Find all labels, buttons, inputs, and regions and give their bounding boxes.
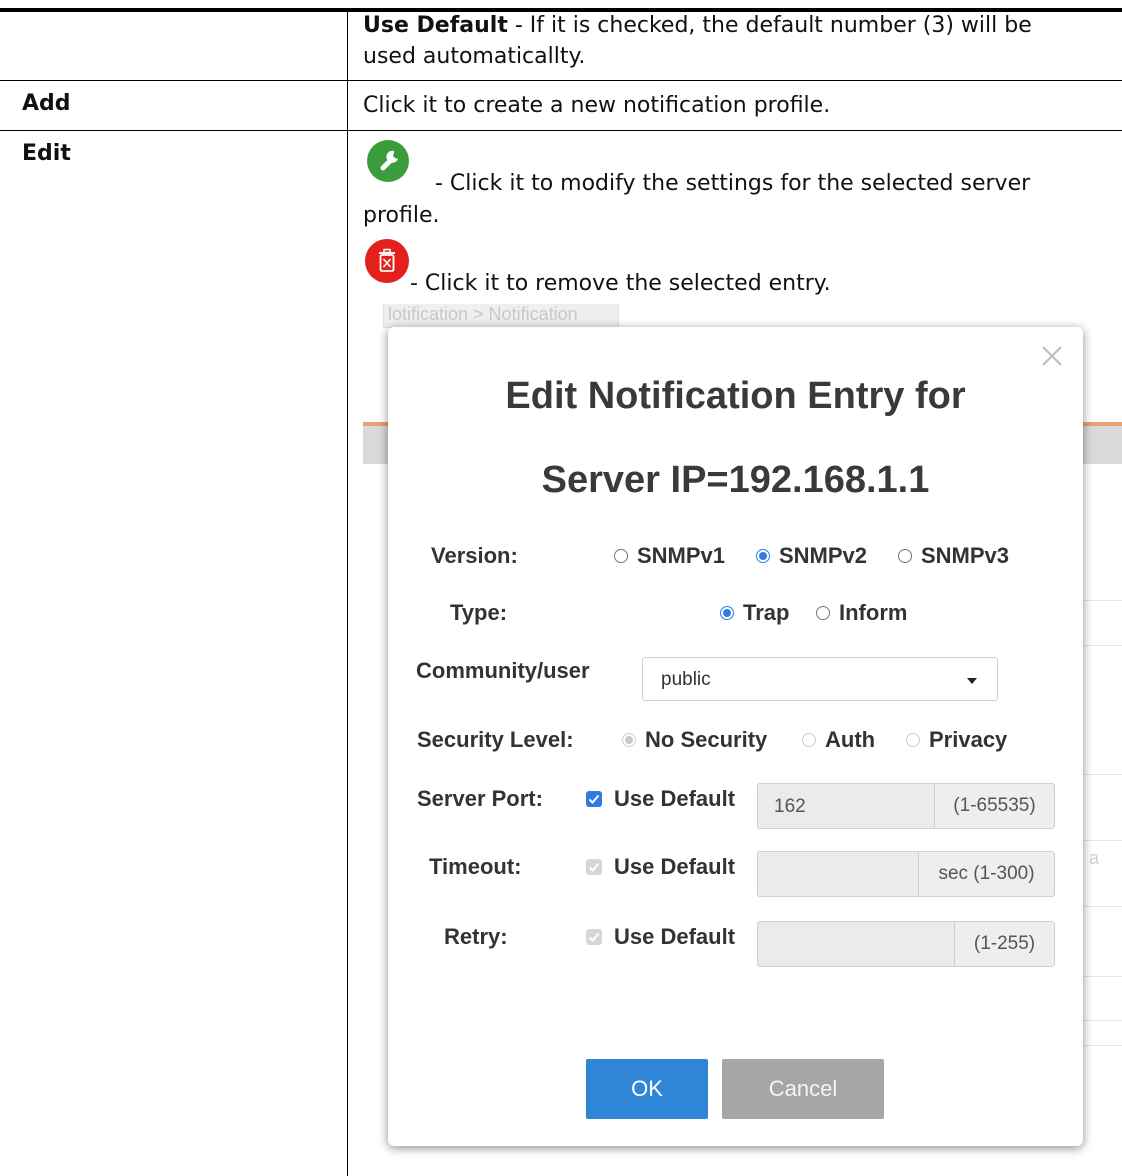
edit-description: - Click it to modify the settings for th… xyxy=(435,171,1031,196)
version-label: Version: xyxy=(431,543,518,568)
retry-field: (1-255) xyxy=(757,921,1055,967)
timeout-label: Timeout: xyxy=(429,854,522,879)
term-edit: Edit xyxy=(22,141,71,166)
radio-snmpv2[interactable]: SNMPv2 xyxy=(756,543,867,569)
row-divider xyxy=(0,130,1122,131)
breadcrumb: lotification > Notification xyxy=(383,304,619,328)
retry-label: Retry: xyxy=(444,924,508,949)
community-label: Community/user xyxy=(416,658,590,683)
radio-privacy: Privacy xyxy=(906,727,1007,753)
row-divider xyxy=(0,80,1122,81)
edit-notification-dialog: Edit Notification Entry for Server IP=19… xyxy=(388,327,1083,1146)
community-select[interactable]: public xyxy=(642,657,998,701)
radio-snmpv3[interactable]: SNMPv3 xyxy=(898,543,1009,569)
server-port-use-default[interactable]: Use Default xyxy=(586,786,735,812)
retry-use-default: Use Default xyxy=(586,924,735,950)
delete-description: - Click it to remove the selected entry. xyxy=(410,271,831,296)
use-default-description-cont: used automaticallty. xyxy=(363,44,586,69)
trash-icon[interactable] xyxy=(365,239,409,283)
chevron-down-icon xyxy=(967,678,977,684)
add-description: Click it to create a new notification pr… xyxy=(363,93,831,118)
radio-trap[interactable]: Trap xyxy=(720,600,789,626)
checkbox-disabled xyxy=(586,929,602,945)
ok-button[interactable]: OK xyxy=(586,1059,708,1119)
wrench-icon[interactable] xyxy=(367,140,409,182)
retry-range: (1-255) xyxy=(954,922,1054,966)
term-add: Add xyxy=(22,91,71,116)
radio-snmpv1[interactable]: SNMPv1 xyxy=(614,543,725,569)
checkbox-checked[interactable] xyxy=(586,791,602,807)
edit-description-cont: profile. xyxy=(363,203,440,228)
radio-inform[interactable]: Inform xyxy=(816,600,907,626)
server-port-label: Server Port: xyxy=(417,786,543,811)
timeout-use-default: Use Default xyxy=(586,854,735,880)
radio-auth: Auth xyxy=(802,727,875,753)
dialog-title-ip: Server IP=192.168.1.1 xyxy=(541,459,930,501)
server-port-input[interactable]: 162 xyxy=(774,796,806,818)
timeout-field: sec (1-300) xyxy=(757,851,1055,897)
checkbox-disabled xyxy=(586,859,602,875)
close-icon[interactable] xyxy=(1039,343,1065,369)
dialog-title: Edit Notification Entry for xyxy=(505,375,966,417)
security-level-label: Security Level: xyxy=(417,727,574,752)
timeout-range: sec (1-300) xyxy=(918,852,1054,896)
use-default-description: Use Default - If it is checked, the defa… xyxy=(363,13,1032,38)
server-port-range: (1-65535) xyxy=(934,784,1054,828)
radio-no-security: No Security xyxy=(622,727,767,753)
community-value: public xyxy=(661,669,711,690)
background-text: a xyxy=(1089,848,1100,868)
server-port-field[interactable]: 162 (1-65535) xyxy=(757,783,1055,829)
type-label: Type: xyxy=(450,600,508,625)
cancel-button[interactable]: Cancel xyxy=(722,1059,884,1119)
column-divider xyxy=(347,12,348,1176)
